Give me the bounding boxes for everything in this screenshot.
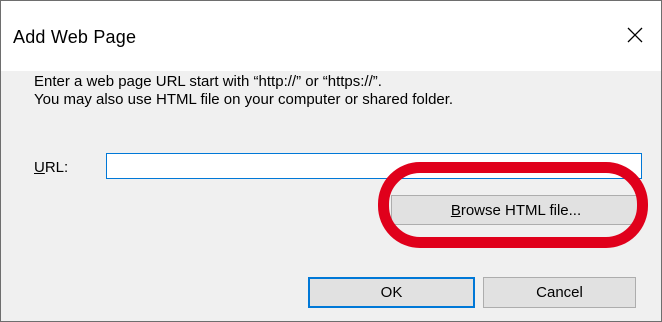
url-label-rest: RL: — [44, 159, 69, 176]
cancel-button-label: Cancel — [536, 284, 583, 301]
close-icon — [627, 27, 643, 43]
add-web-page-dialog: Add Web Page Enter a web page URL start … — [0, 0, 662, 322]
title-bar: Add Web Page — [1, 1, 661, 71]
browse-button-access-key: B — [450, 201, 461, 219]
browse-html-file-button[interactable]: Browse HTML file... — [391, 195, 641, 225]
close-button[interactable] — [605, 1, 661, 71]
cancel-button[interactable]: Cancel — [483, 277, 636, 308]
instructions-line-2: You may also use HTML file on your compu… — [34, 91, 454, 108]
url-label: URL: — [34, 159, 68, 176]
url-input[interactable] — [106, 153, 642, 179]
instructions-text: Enter a web page URL start with “http://… — [34, 73, 453, 109]
browse-button-label: rowse HTML file... — [460, 201, 582, 219]
url-label-access-key: U — [34, 159, 45, 176]
instructions-line-1: Enter a web page URL start with “http://… — [34, 73, 382, 90]
dialog-title: Add Web Page — [13, 27, 137, 47]
ok-button-label: OK — [380, 284, 403, 301]
ok-button[interactable]: OK — [308, 277, 475, 308]
